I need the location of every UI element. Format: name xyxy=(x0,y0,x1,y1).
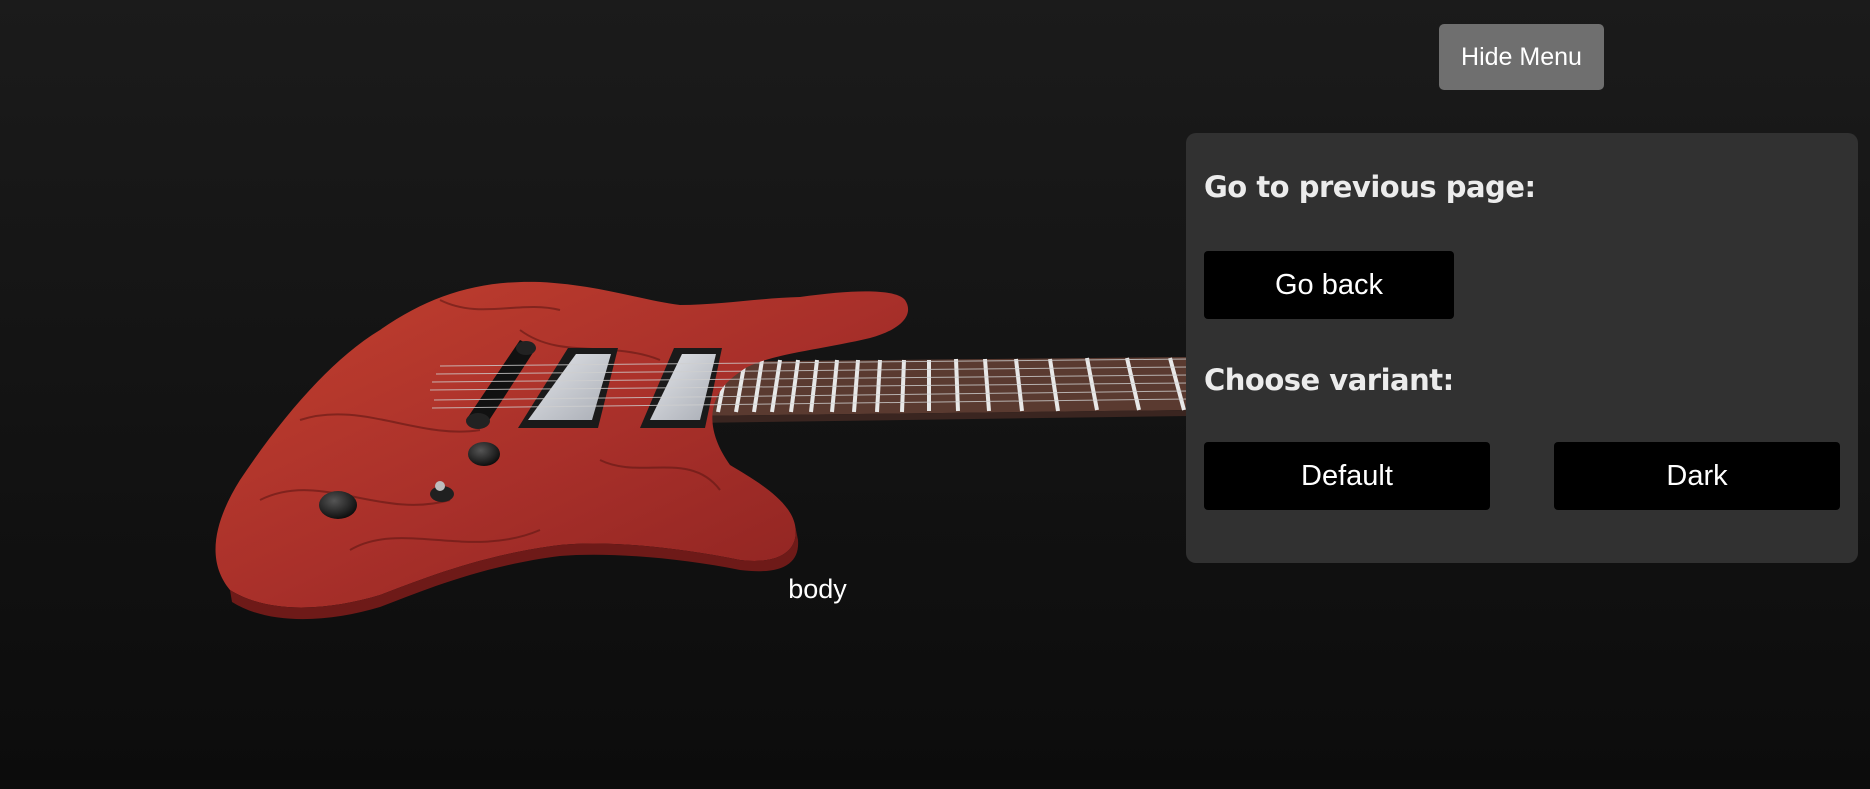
guitar-body[interactable] xyxy=(215,281,909,620)
variant-heading: Choose variant: xyxy=(1204,363,1454,397)
menu-panel: Go to previous page: Go back Choose vari… xyxy=(1186,133,1858,563)
hide-menu-button[interactable]: Hide Menu xyxy=(1439,24,1604,90)
hovered-part-label: body xyxy=(788,574,847,604)
variant-dark-button[interactable]: Dark xyxy=(1554,442,1840,510)
variant-default-button[interactable]: Default xyxy=(1204,442,1490,510)
guitar-neck[interactable] xyxy=(690,357,1190,423)
tone-knob[interactable] xyxy=(319,491,357,519)
go-back-button[interactable]: Go back xyxy=(1204,251,1454,319)
volume-knob[interactable] xyxy=(468,442,500,466)
previous-page-heading: Go to previous page: xyxy=(1204,170,1536,204)
